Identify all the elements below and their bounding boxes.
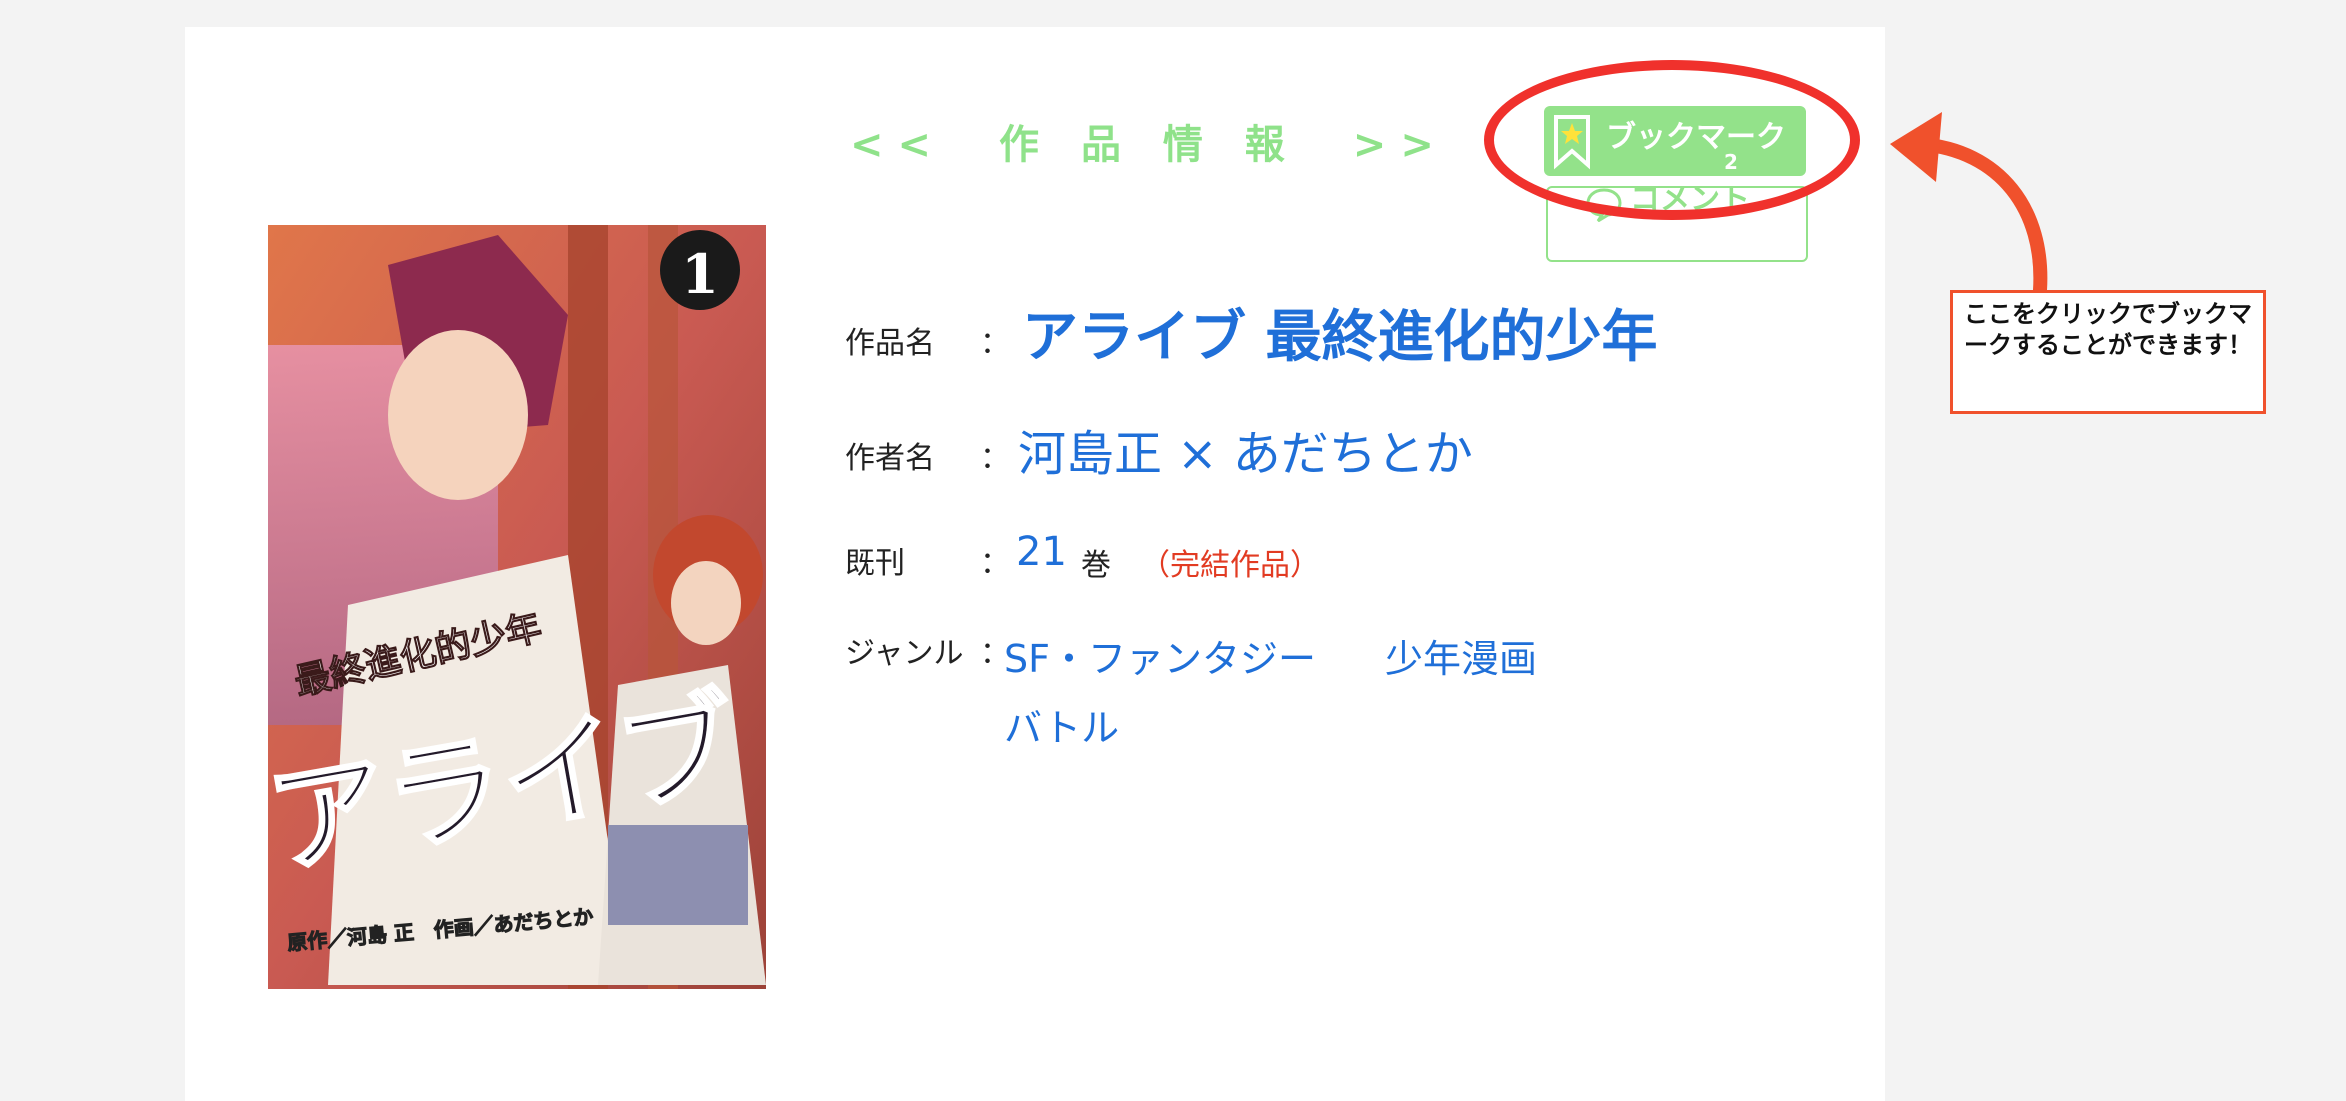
- section-heading: << 作 品 情 報 >>: [850, 122, 1448, 168]
- genre-label: ジャンル: [845, 636, 964, 671]
- highlight-ring: [1484, 60, 1860, 220]
- volumes-unit: 巻: [1081, 548, 1111, 583]
- bookmark-callout: ここをクリックでブックマークすることができます！: [1950, 290, 2266, 414]
- volumes-separator: ：: [980, 546, 1010, 581]
- completion-status: （完結作品）: [1140, 548, 1320, 583]
- title-label: 作品名: [845, 326, 935, 361]
- genre-tag-battle[interactable]: バトル: [1004, 697, 1119, 752]
- author-separator: ：: [980, 441, 1010, 476]
- work-title: アライブ 最終進化的少年: [1022, 305, 1658, 370]
- cover-image: 1 最終進化的少年 アライブ 原作／河島 正 作画／あだちとか: [268, 225, 766, 989]
- pointer-arrow-icon: [1890, 112, 2048, 297]
- author-label: 作者名: [845, 441, 935, 476]
- volumes-label: 既刊: [845, 546, 905, 581]
- cover-volume-badge: 1: [681, 242, 719, 306]
- genre-tag-sf-fantasy[interactable]: SF・ファンタジー: [1004, 628, 1316, 683]
- title-separator: ：: [980, 326, 1010, 361]
- genre-tag-shonen[interactable]: 少年漫画: [1385, 628, 1537, 683]
- author-names[interactable]: 河島正 × あだちとか: [1018, 414, 1473, 484]
- volumes-count: 21: [1016, 529, 1067, 575]
